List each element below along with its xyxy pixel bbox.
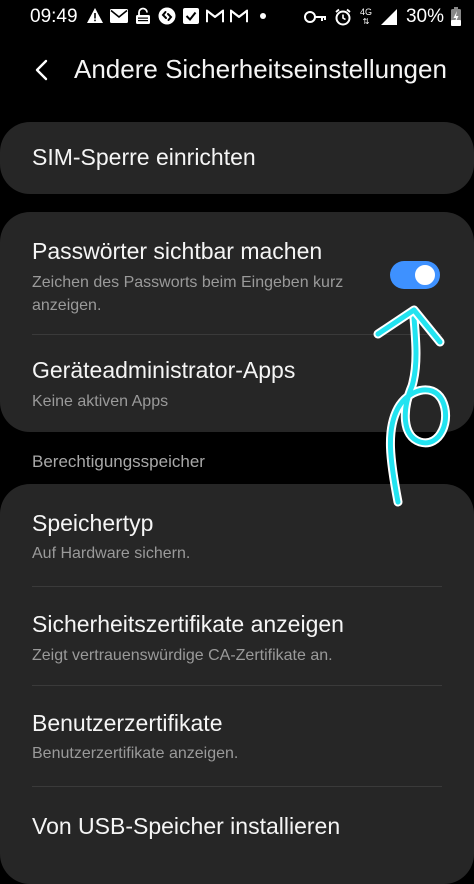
- dot-icon: [254, 6, 272, 26]
- show-passwords-toggle[interactable]: [390, 261, 440, 289]
- status-bar: 09:49 4G ⇅ 30%: [0, 0, 474, 34]
- user-certificates-row[interactable]: Benutzerzertifikate Benutzerzertifikate …: [0, 686, 474, 786]
- page-title: Andere Sicherheitseinstellungen: [74, 54, 447, 84]
- shazam-icon: [158, 6, 176, 26]
- key-icon: [303, 7, 328, 27]
- toggle-knob: [414, 264, 436, 286]
- network-type: 4G ⇅: [359, 7, 372, 27]
- battery-charging-icon: [450, 7, 462, 27]
- status-time: 09:49: [30, 6, 78, 27]
- sim-lock-title: SIM-Sperre einrichten: [32, 144, 256, 170]
- app-bar: Andere Sicherheitseinstellungen: [0, 38, 474, 102]
- section-header: Berechtigungsspeicher: [32, 452, 205, 471]
- signal-icon: [380, 7, 398, 27]
- install-from-usb-row[interactable]: Von USB-Speicher installieren: [0, 787, 474, 884]
- user-certificates-subtitle: Benutzerzertifikate anzeigen.: [32, 745, 239, 762]
- user-certificates-title: Benutzerzertifikate: [32, 710, 223, 736]
- warning-icon: [86, 6, 104, 26]
- storage-type-title: Speichertyp: [32, 510, 154, 536]
- credential-storage-card: Speichertyp Auf Hardware sichern. Sicher…: [0, 484, 474, 884]
- gmail-icon: [206, 6, 224, 26]
- device-admin-title: Geräteadministrator-Apps: [32, 357, 296, 383]
- show-passwords-title: Passwörter sichtbar machen: [32, 238, 323, 264]
- sim-lock-row[interactable]: SIM-Sperre einrichten: [0, 122, 474, 194]
- security-certificates-title: Sicherheitszertifikate anzeigen: [32, 611, 344, 637]
- sim-lock-card: SIM-Sperre einrichten: [0, 122, 474, 194]
- storage-type-subtitle: Auf Hardware sichern.: [32, 545, 191, 562]
- lock-screen-icon: [134, 6, 152, 26]
- battery-percent: 30%: [405, 6, 444, 27]
- notification-icons: [86, 6, 272, 26]
- device-admin-row[interactable]: Geräteadministrator-Apps Keine aktiven A…: [0, 335, 474, 432]
- mail-icon: [110, 6, 128, 26]
- check-icon: [182, 6, 200, 26]
- back-button[interactable]: [24, 52, 60, 88]
- gmail-icon: [230, 6, 248, 26]
- chevron-left-icon: [35, 59, 48, 81]
- alarm-icon: [334, 7, 352, 27]
- network-label: 4G: [359, 7, 372, 17]
- security-certificates-subtitle: Zeigt vertrauenswürdige CA-Zertifikate a…: [32, 647, 333, 664]
- storage-type-row[interactable]: Speichertyp Auf Hardware sichern.: [0, 484, 474, 586]
- show-passwords-subtitle: Zeichen des Passworts beim Eingeben kurz…: [32, 274, 344, 314]
- system-icons: 4G ⇅ 30%: [303, 6, 462, 28]
- security-certificates-row[interactable]: Sicherheitszertifikate anzeigen Zeigt ve…: [0, 587, 474, 685]
- security-options-card: Passwörter sichtbar machen Zeichen des P…: [0, 212, 474, 432]
- install-from-usb-title: Von USB-Speicher installieren: [32, 813, 341, 839]
- device-admin-subtitle: Keine aktiven Apps: [32, 393, 169, 410]
